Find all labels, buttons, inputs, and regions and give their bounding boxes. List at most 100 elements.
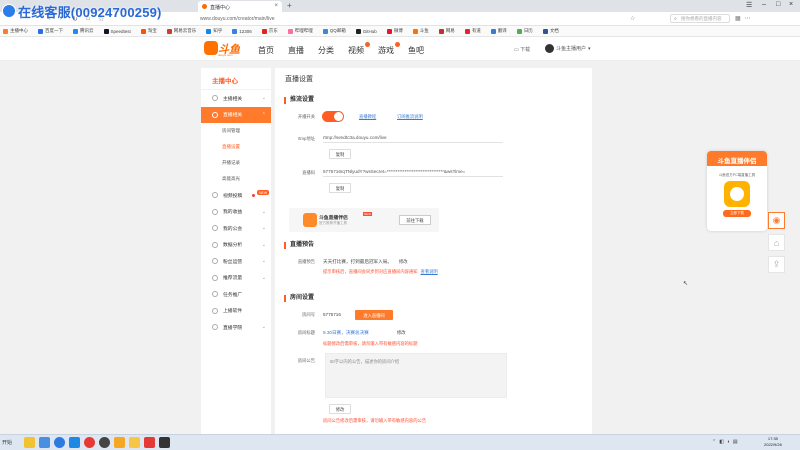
download-companion-button[interactable]: 前往下载 xyxy=(399,215,431,225)
notice-warning: 房间公告修改后需审核，请勿输入带有敏感内容的公告 xyxy=(323,418,427,423)
bookmark-item[interactable]: 文档 xyxy=(542,26,559,36)
bookmark-favicon-icon xyxy=(166,28,172,34)
sidebar-sub-records[interactable]: 开播记录 xyxy=(201,155,271,171)
chrome-icon[interactable] xyxy=(84,437,95,448)
back-to-top-icon[interactable]: ⇪ xyxy=(768,256,785,273)
sidebar-item-data[interactable]: 数据分析 ⌄ xyxy=(201,237,271,254)
maximize-icon[interactable]: □ xyxy=(776,1,780,8)
nav-live[interactable]: 直播 xyxy=(288,45,304,56)
nav-fishbar[interactable]: 鱼吧 xyxy=(408,45,424,56)
system-tray-icons[interactable]: ⌃◧◖▤ xyxy=(712,439,741,445)
bookmark-favicon-icon xyxy=(490,28,496,34)
start-button[interactable]: 开始 xyxy=(2,439,12,446)
douyu-favicon-icon xyxy=(202,4,207,9)
menu-icon[interactable]: ☰ xyxy=(746,1,752,9)
tutorial-link[interactable]: 直播教程 xyxy=(359,114,376,120)
bookmark-item[interactable]: 知乎 xyxy=(206,26,222,36)
sidebar-item-anchor[interactable]: 主播相关 ⌄ xyxy=(201,90,271,107)
float-ad-download-button[interactable]: 立即下载 xyxy=(723,210,751,217)
bookmark-item[interactable]: GitHub xyxy=(355,26,377,36)
edit-title-button[interactable]: 修改 xyxy=(397,330,406,336)
stream-code-field[interactable]: 5775716rqTNlyudY?wsSecret=**************… xyxy=(323,166,503,177)
bookmark-item[interactable]: 有道 xyxy=(464,26,481,36)
bookmark-item[interactable]: 12306 xyxy=(232,26,252,36)
minimize-icon[interactable]: – xyxy=(762,1,766,8)
sidebar-sub-live-settings[interactable]: 直播设置 xyxy=(201,139,271,155)
douyu-companion-icon[interactable] xyxy=(114,437,125,448)
browser-icon[interactable] xyxy=(54,437,65,448)
bookmark-item[interactable]: 京东 xyxy=(261,26,278,36)
nav-category[interactable]: 分类 xyxy=(318,45,334,56)
nav-video[interactable]: 视频 xyxy=(348,42,370,56)
sidebar-item-income[interactable]: 我的收益 ⌄ xyxy=(201,204,271,221)
netease-music-icon[interactable] xyxy=(144,437,155,448)
preview-help-link[interactable]: 查看说明 xyxy=(421,269,438,274)
clock-date: 2022/9/26 xyxy=(764,442,782,447)
network-icon[interactable] xyxy=(69,437,80,448)
copy-code-button[interactable]: 复制 xyxy=(329,183,351,193)
bookmark-favicon-icon xyxy=(140,28,146,34)
bookmark-favicon-icon xyxy=(73,28,78,34)
bookmark-item[interactable]: 淘宝 xyxy=(140,26,157,36)
bookmark-item[interactable]: 百度一下 xyxy=(38,26,63,36)
preview-label: 直播预告 xyxy=(297,259,315,264)
download-link[interactable]: ▭ 下载 xyxy=(514,46,530,53)
home-side-icon[interactable]: ⌂ xyxy=(768,234,785,251)
edit-preview-button[interactable]: 修改 xyxy=(399,259,408,265)
douyu-app-icon[interactable] xyxy=(129,437,140,448)
companion-float-ad[interactable]: 斗鱼直播伴侣 斗鱼官方PC端直播工具 立即下载 xyxy=(707,151,767,231)
game-icon[interactable] xyxy=(159,437,170,448)
sidebar-sub-highlights[interactable]: 高能高光 xyxy=(201,171,271,187)
logo-sub: douyu.com xyxy=(218,53,233,57)
sidebar-sub-room[interactable]: 房间管理 xyxy=(201,123,271,139)
new-tab-button[interactable]: + xyxy=(287,1,292,10)
sidebar-item-promo[interactable]: 任务推广 xyxy=(201,286,271,303)
bookmark-page-icon[interactable]: ☆ xyxy=(630,15,635,22)
douyu-fish-logo-icon xyxy=(204,41,218,55)
rtmp-field[interactable]: rtmp://sendtc3a.douyu.com/live xyxy=(323,132,503,143)
sidebar-item-traffic[interactable]: 推荐流量 ⌄ xyxy=(201,270,271,287)
toolbar-extensions-icon[interactable]: ▦⋯ xyxy=(735,15,755,22)
section-room: 房间设置 xyxy=(284,295,314,302)
obs-icon[interactable] xyxy=(99,437,110,448)
photos-icon[interactable] xyxy=(39,437,50,448)
sidebar-item-fans[interactable]: 粉丝运营 ⌄ xyxy=(201,253,271,270)
taskbar-clock[interactable]: 17:35 2022/9/26 xyxy=(764,436,782,448)
bookmark-item[interactable]: Speedtest xyxy=(103,26,131,36)
browser-search-input[interactable]: ⌕ 搜你想看的直播内容 xyxy=(670,14,730,23)
sidebar-item-software[interactable]: 上播软件 xyxy=(201,303,271,320)
folder-icon[interactable] xyxy=(24,437,35,448)
nav-game[interactable]: 游戏 xyxy=(378,42,400,56)
bookmark-item[interactable]: QQ邮箱 xyxy=(322,26,346,36)
bookmark-item[interactable]: 日历 xyxy=(516,26,533,36)
bookmark-item[interactable]: 网易云音乐 xyxy=(166,26,196,36)
close-tab-icon[interactable]: × xyxy=(274,3,278,9)
bookmark-favicon-icon xyxy=(206,28,212,34)
sidebar-item-academy[interactable]: 直播学院 ⌄ xyxy=(201,319,271,336)
bookmark-item[interactable]: 翻译 xyxy=(490,26,507,36)
user-menu[interactable]: 斗鱼主播用户 ▾ xyxy=(545,44,591,53)
copy-rtmp-button[interactable]: 复制 xyxy=(329,149,351,159)
sidebar-item-guild[interactable]: 我的公会 ⌄ xyxy=(201,220,271,237)
live-switch-toggle[interactable] xyxy=(322,111,344,122)
url-field[interactable]: www.douyu.com/creator/main/live xyxy=(200,14,630,23)
sidebar-item-live[interactable]: 直播相关 ⌃ xyxy=(201,106,271,123)
bookmark-item[interactable]: 斗鱼 xyxy=(412,26,429,36)
push-guide-link[interactable]: 订阅推流说明 xyxy=(397,114,423,120)
nav-home[interactable]: 首页 xyxy=(258,45,274,56)
notice-textarea[interactable]: 50字以内的公告，描述你的房间介绍 xyxy=(325,353,507,398)
edit-notice-button[interactable]: 修改 xyxy=(329,404,351,414)
chevron-down-icon: ⌄ xyxy=(261,95,266,102)
traffic-icon xyxy=(212,274,218,281)
bookmark-item[interactable]: 网易 xyxy=(438,26,455,36)
close-window-icon[interactable]: × xyxy=(789,1,793,8)
browser-tab[interactable]: 直播中心 × xyxy=(198,1,282,12)
enter-room-button[interactable]: 进入直播间 xyxy=(355,310,393,320)
bookmark-item[interactable]: 主播中心 xyxy=(3,26,28,36)
bookmark-item[interactable]: 微博 xyxy=(386,26,403,36)
bookmark-item[interactable]: 腾讯云 xyxy=(73,26,94,36)
douyu-logo[interactable]: 斗鱼 douyu.com xyxy=(204,41,244,57)
live-side-icon[interactable]: ◉ xyxy=(768,212,785,229)
sidebar-item-video[interactable]: 视频投稿 NEW xyxy=(201,187,271,204)
bookmark-item[interactable]: 哔哩哔哩 xyxy=(287,26,313,36)
